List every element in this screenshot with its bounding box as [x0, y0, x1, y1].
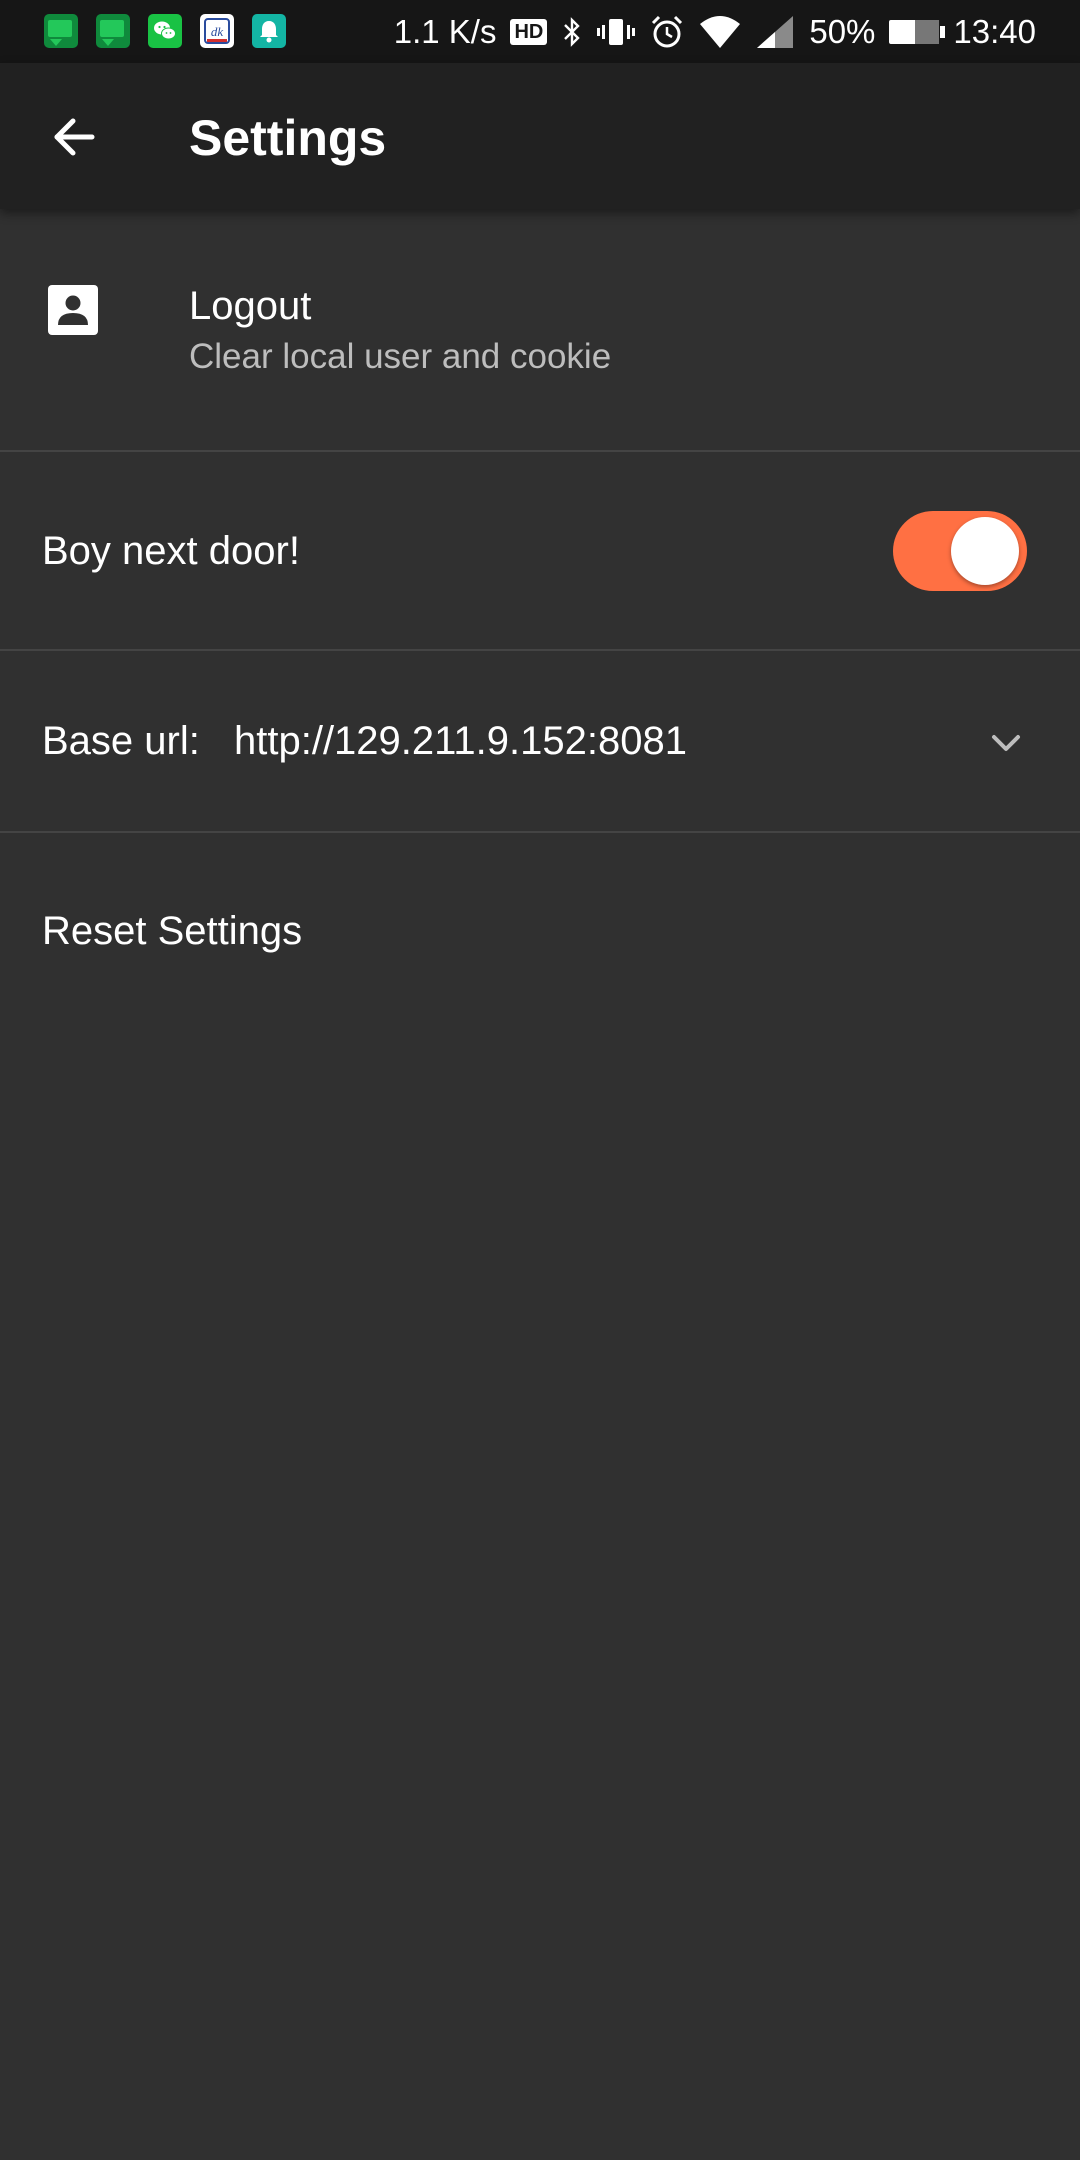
app-bar: Settings — [0, 63, 1080, 209]
wifi-icon — [700, 15, 741, 48]
status-indicators: 1.1 K/s HD 50% 13:40 — [394, 0, 1036, 63]
toggle-thumb — [951, 517, 1019, 585]
page-title: Settings — [189, 110, 387, 166]
alarm-icon — [652, 15, 683, 47]
logout-item[interactable] — [0, 209, 1080, 452]
network-speed: 1.1 K/s — [393, 12, 497, 50]
status-bar: dk 1.1 K/s HD 50% 13:40 — [0, 0, 1080, 63]
bluetooth-icon — [564, 16, 581, 47]
battery-icon — [889, 19, 946, 44]
status-time: 13:40 — [953, 12, 1036, 50]
signal-icon — [757, 15, 794, 48]
svg-text:dk: dk — [211, 24, 224, 39]
bell-icon — [252, 14, 286, 48]
logout-title: Logout — [189, 284, 312, 328]
news-icon: dk — [200, 14, 234, 48]
boy-next-door-toggle[interactable] — [893, 511, 1027, 591]
account-box-icon — [48, 285, 98, 335]
battery-percent: 50% — [809, 12, 876, 50]
chevron-down-icon[interactable] — [988, 725, 1024, 761]
vibrate-icon — [597, 18, 636, 45]
chat-icon — [44, 14, 78, 48]
base-url-value[interactable]: http://129.211.9.152:8081 — [234, 718, 687, 764]
wechat-icon — [148, 14, 182, 48]
base-url-label: Base url: — [42, 719, 200, 763]
back-button[interactable] — [46, 109, 102, 165]
logout-subtitle: Clear local user and cookie — [189, 337, 612, 376]
notification-icons: dk — [44, 14, 286, 48]
reset-settings-button[interactable]: Reset Settings — [42, 908, 302, 954]
boy-next-door-label: Boy next door! — [42, 529, 300, 573]
hd-badge: HD — [510, 18, 548, 45]
arrow-back-icon — [54, 118, 95, 156]
chat-icon — [96, 14, 130, 48]
